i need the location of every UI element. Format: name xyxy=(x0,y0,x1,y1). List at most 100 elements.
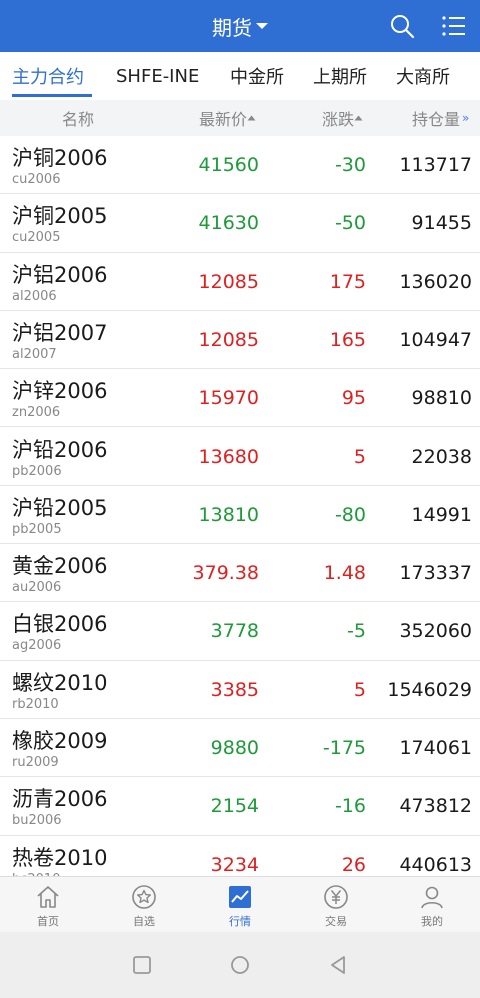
nav-trade-label: 交易 xyxy=(325,915,347,928)
page-title: 期货 xyxy=(212,15,252,40)
sort-icon xyxy=(354,115,363,121)
quote-row[interactable]: 沪铅2006 pb2006 13680 5 22038 xyxy=(0,427,480,486)
back-triangle-icon[interactable] xyxy=(327,954,349,976)
contract-name: 沪铅2006 xyxy=(12,437,108,462)
quote-row[interactable]: 橡胶2009 ru2009 9880 -175 174061 xyxy=(0,719,480,778)
contract-name: 沪铜2006 xyxy=(12,146,108,170)
nav-market[interactable]: 行情 xyxy=(192,877,288,933)
quote-row[interactable]: 沪铅2005 pb2005 13810 -80 14991 xyxy=(0,485,480,545)
contract-code: zn2006 xyxy=(12,405,61,421)
open-interest: 22038 xyxy=(411,445,472,468)
contract-code: rb2010 xyxy=(12,696,59,712)
open-interest: 91455 xyxy=(411,212,472,235)
circle-icon[interactable] xyxy=(229,954,251,976)
price-change: -16 xyxy=(334,795,366,818)
quote-row[interactable]: 沪锌2006 zn2006 15970 95 98810 xyxy=(0,369,480,428)
col-open-interest-sort[interactable]: 持仓量 » xyxy=(412,100,469,136)
quote-row[interactable]: 螺纹2010 rb2010 3385 5 1546029 xyxy=(0,660,480,719)
col-price-sort[interactable]: 最新价 xyxy=(199,100,256,136)
contract-name: 沪铜2005 xyxy=(12,204,108,229)
contract-code: cu2005 xyxy=(12,230,61,246)
column-header: 名称 最新价 涨跌 持仓量 » xyxy=(0,100,480,136)
open-interest: 113717 xyxy=(399,154,472,176)
nav-me[interactable]: 我的 xyxy=(384,877,480,933)
open-interest: 14991 xyxy=(411,503,472,526)
last-price: 3234 xyxy=(210,853,259,876)
top-bar: 期货 xyxy=(0,0,480,52)
nav-home[interactable]: 首页 xyxy=(0,877,96,933)
bottom-nav: 首页 自选 行情 交易 我的 xyxy=(0,876,480,932)
price-change: -50 xyxy=(334,212,366,235)
nav-trade[interactable]: 交易 xyxy=(288,877,384,933)
quote-row[interactable]: 沥青2006 bu2006 2154 -16 473812 xyxy=(0,777,480,836)
open-interest: 1546029 xyxy=(387,678,472,701)
last-price: 12085 xyxy=(198,270,259,293)
tab-cffex[interactable]: 中金所 xyxy=(230,52,284,100)
contract-name: 螺纹2010 xyxy=(12,670,108,695)
caret-down-icon xyxy=(256,23,268,29)
contract-name: 沥青2006 xyxy=(12,787,108,812)
exchange-tabs: 主力合约 SHFE-INE 中金所 上期所 大商所 xyxy=(0,52,480,100)
contract-code: pb2006 xyxy=(12,463,62,479)
chart-icon xyxy=(229,886,251,908)
quote-row[interactable]: 沪铜2006 cu2006 41560 -30 113717 xyxy=(0,136,480,195)
quote-row[interactable]: 沪铝2006 al2006 12085 175 136020 xyxy=(0,252,480,311)
nav-me-label: 我的 xyxy=(421,915,443,928)
home-icon xyxy=(37,886,59,908)
open-interest: 98810 xyxy=(411,387,472,410)
price-change: 5 xyxy=(353,678,366,701)
open-interest: 440613 xyxy=(399,853,472,876)
contract-code: au2006 xyxy=(12,580,62,596)
contract-code: cu2006 xyxy=(12,172,61,187)
contract-name: 沪锌2006 xyxy=(12,379,108,404)
open-interest: 136020 xyxy=(399,270,472,293)
quote-row[interactable]: 白银2006 ag2006 3778 -5 352060 xyxy=(0,602,480,661)
tab-shfe[interactable]: 上期所 xyxy=(313,52,367,100)
contract-name: 沪铝2006 xyxy=(12,262,108,287)
contract-code: al2006 xyxy=(12,288,57,304)
last-price: 3385 xyxy=(210,678,259,701)
price-change: -5 xyxy=(347,620,366,643)
system-nav-bar xyxy=(0,932,480,998)
tab-main-contracts[interactable]: 主力合约 xyxy=(12,52,84,100)
col-price-label: 最新价 xyxy=(199,110,248,129)
price-change: 5 xyxy=(353,445,366,468)
quote-list[interactable]: 沪铜2006 cu2006 41560 -30 113717 沪铜2005 cu2005 41… xyxy=(0,136,480,876)
nav-home-label: 首页 xyxy=(37,915,59,928)
last-price: 41560 xyxy=(198,154,259,176)
last-price: 9880 xyxy=(210,737,259,759)
col-name: 名称 xyxy=(62,100,94,136)
contract-name: 沪铅2005 xyxy=(12,495,108,520)
col-open-interest-label: 持仓量 xyxy=(412,110,461,129)
square-icon[interactable] xyxy=(131,954,153,976)
yuan-icon xyxy=(324,885,348,909)
price-change: -80 xyxy=(334,503,366,526)
last-price: 15970 xyxy=(198,387,259,410)
nav-watchlist-label: 自选 xyxy=(133,915,155,928)
tab-shfe-ine[interactable]: SHFE-INE xyxy=(116,52,199,100)
user-icon xyxy=(421,886,443,909)
contract-name: 橡胶2009 xyxy=(12,729,108,753)
col-name-label: 名称 xyxy=(62,110,95,129)
quote-row[interactable]: 沪铜2005 cu2005 41630 -50 91455 xyxy=(0,194,480,253)
price-change: 175 xyxy=(329,270,366,293)
list-menu-icon[interactable] xyxy=(440,12,468,40)
open-interest: 352060 xyxy=(399,620,472,643)
nav-watchlist[interactable]: 自选 xyxy=(96,877,192,933)
scroll-right-icon: » xyxy=(462,111,470,125)
price-change: 95 xyxy=(341,387,366,410)
search-icon[interactable] xyxy=(388,12,416,40)
quote-row[interactable]: 热卷2010hc2010323426440613 xyxy=(0,835,480,876)
last-price: 2154 xyxy=(210,795,259,818)
open-interest: 174061 xyxy=(399,737,472,759)
quote-row[interactable]: 黄金2006 au2006 379.38 1.48 173337 xyxy=(0,544,480,603)
contract-code: ag2006 xyxy=(12,638,62,654)
quote-row[interactable]: 沪铝2007 al2007 12085 165 104947 xyxy=(0,310,480,370)
tab-dce[interactable]: 大商所 xyxy=(396,52,450,100)
last-price: 3778 xyxy=(210,620,259,643)
contract-code: pb2005 xyxy=(12,521,62,537)
star-icon xyxy=(132,885,156,909)
col-change-sort[interactable]: 涨跌 xyxy=(322,100,363,136)
contract-code: al2007 xyxy=(12,346,57,362)
nav-market-label: 行情 xyxy=(229,915,251,928)
